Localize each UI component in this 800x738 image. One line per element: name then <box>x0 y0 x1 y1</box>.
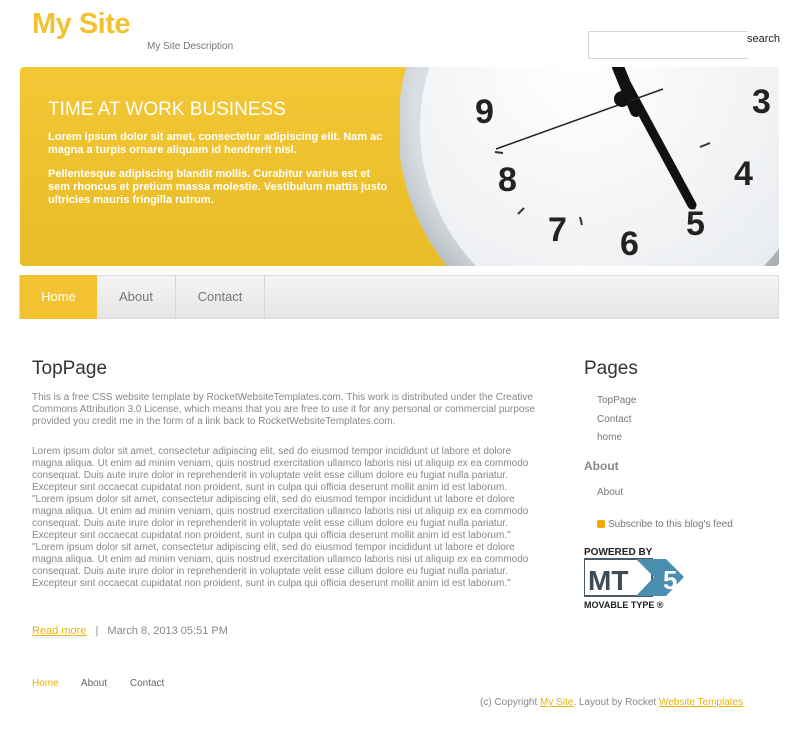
footer-link-home[interactable]: Home <box>32 678 59 689</box>
post-intro: This is a free CSS website template by R… <box>32 392 536 427</box>
nav-item-home[interactable]: Home <box>20 275 97 319</box>
clock-number: 8 <box>498 161 517 199</box>
post-meta: Read more | March 8, 2013 05:51 PM <box>32 625 228 637</box>
copyright-middle: . Layout by Rocket <box>573 697 657 708</box>
copyright: (c) Copyright My Site. Layout by Rocket … <box>480 697 743 708</box>
sidebar-about-list: About <box>597 487 623 506</box>
logo-version: 5 <box>663 565 677 595</box>
copyright-templates-link[interactable]: Website Templates <box>659 697 743 708</box>
feed-link[interactable]: Subscribe to this blog's feed <box>597 519 733 530</box>
clock-number: 3 <box>752 83 771 121</box>
main-nav: Home About Contact <box>19 275 779 319</box>
copyright-site-link[interactable]: My Site <box>540 697 573 708</box>
read-more-link[interactable]: Read more <box>32 625 86 637</box>
nav-item-about[interactable]: About <box>97 275 176 319</box>
footer-nav: Home About Contact <box>32 678 184 689</box>
page: My Site My Site Description search TIME … <box>0 0 800 738</box>
hero-banner: TIME AT WORK BUSINESS Lorem ipsum dolor … <box>20 67 779 266</box>
movable-type-logo[interactable]: POWERED BY MT 5 MOVABLE TYPE ® <box>584 545 694 615</box>
sidebar-item-toppage[interactable]: TopPage <box>597 395 636 414</box>
site-description: My Site Description <box>147 41 234 52</box>
post-body: Lorem ipsum dolor sit amet, consectetur … <box>32 446 529 589</box>
logo-mt-mark: MT <box>588 565 628 596</box>
clock-number: 9 <box>475 93 494 131</box>
sidebar-item-contact[interactable]: Contact <box>597 414 636 433</box>
post-date: March 8, 2013 05:51 PM <box>107 625 228 637</box>
copyright-prefix: (c) Copyright <box>480 697 538 708</box>
post-title[interactable]: TopPage <box>32 358 107 380</box>
banner-paragraph-2: Pellentesque adipiscing blandit mollis. … <box>48 168 388 206</box>
clock-number: 6 <box>620 225 639 263</box>
banner-paragraph-1: Lorem ipsum dolor sit amet, consectetur … <box>48 131 383 156</box>
clock-number: 7 <box>548 211 567 249</box>
logo-powered-text: POWERED BY <box>584 547 653 558</box>
clock-number: 5 <box>686 205 705 243</box>
banner-title: TIME AT WORK BUSINESS <box>48 99 286 120</box>
logo-movable-type-text: MOVABLE TYPE ® <box>584 600 664 610</box>
search-button[interactable]: search <box>747 33 780 45</box>
sidebar-item-about[interactable]: About <box>597 487 623 506</box>
feed-label: Subscribe to this blog's feed <box>608 519 733 530</box>
nav-item-contact[interactable]: Contact <box>176 275 265 319</box>
site-title[interactable]: My Site <box>32 8 131 41</box>
sidebar-item-home[interactable]: home <box>597 432 636 451</box>
banner-text: Lorem ipsum dolor sit amet, consectetur … <box>48 131 388 218</box>
sidebar-pages-list: TopPage Contact home <box>597 395 636 451</box>
sidebar-pages-title: Pages <box>584 358 638 379</box>
footer-link-contact[interactable]: Contact <box>130 678 164 689</box>
search-input[interactable] <box>588 31 748 59</box>
feed-icon <box>597 520 605 528</box>
clock-center-pin <box>614 91 630 107</box>
footer-link-about[interactable]: About <box>81 678 107 689</box>
clock-face <box>420 67 779 266</box>
meta-separator: | <box>95 625 99 637</box>
clock-image: 9 3 8 4 7 6 5 <box>400 67 779 266</box>
clock-number: 4 <box>734 155 753 193</box>
sidebar-about-title: About <box>584 459 619 473</box>
